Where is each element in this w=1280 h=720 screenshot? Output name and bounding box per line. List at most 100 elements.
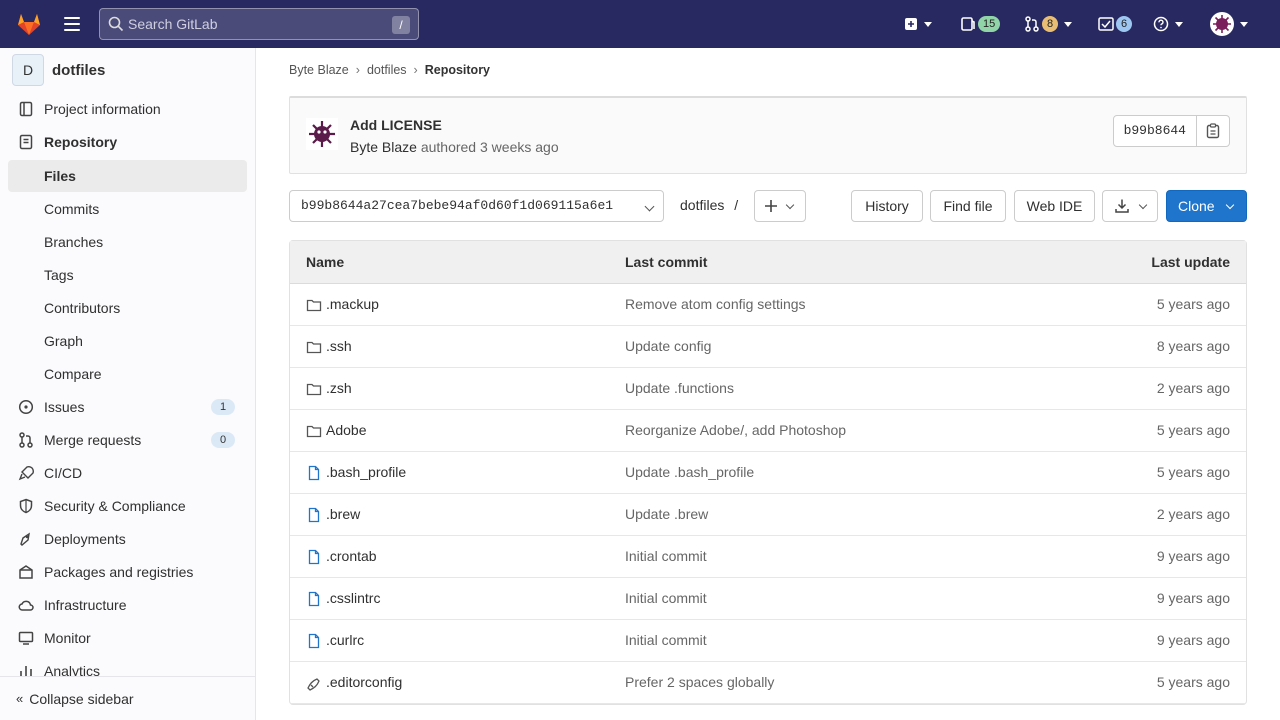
new-item-dropdown[interactable] bbox=[904, 12, 932, 36]
menu-hamburger-icon[interactable] bbox=[62, 14, 82, 34]
table-row[interactable]: .brew Update .brew 2 years ago bbox=[290, 494, 1246, 536]
file-name-link[interactable]: .ssh bbox=[326, 338, 352, 354]
file-name-link[interactable]: Adobe bbox=[326, 422, 366, 438]
table-row[interactable]: .ssh Update config 8 years ago bbox=[290, 326, 1246, 368]
commit-message-link[interactable]: Update .bash_profile bbox=[625, 464, 754, 480]
sidebar-item-issues[interactable]: Issues 1 bbox=[8, 391, 247, 423]
table-row[interactable]: .bash_profile Update .bash_profile 5 years… bbox=[290, 452, 1246, 494]
file-icon bbox=[308, 591, 320, 607]
sidebar-item-branches[interactable]: Branches bbox=[8, 226, 247, 258]
sidebar-item-packages-registries[interactable]: Packages and registries bbox=[8, 556, 247, 588]
sidebar-item-ci-cd[interactable]: CI/CD bbox=[8, 457, 247, 489]
todos-nav[interactable]: 6 bbox=[1098, 12, 1133, 36]
user-menu[interactable] bbox=[1210, 12, 1248, 36]
sidebar-item-label: Files bbox=[44, 168, 76, 184]
history-button[interactable]: History bbox=[851, 190, 923, 222]
add-to-tree-dropdown[interactable] bbox=[754, 190, 806, 222]
sidebar-project-header[interactable]: D dotfiles bbox=[12, 54, 105, 86]
file-name-link[interactable]: .zsh bbox=[326, 380, 352, 396]
chevron-down-icon bbox=[644, 201, 655, 212]
sidebar-item-security-compliance[interactable]: Security & Compliance bbox=[8, 490, 247, 522]
commit-message-link[interactable]: Update .functions bbox=[625, 380, 734, 396]
help-dropdown[interactable] bbox=[1153, 12, 1183, 36]
web-ide-button[interactable]: Web IDE bbox=[1014, 190, 1095, 222]
table-row[interactable]: .editorconfig Prefer 2 spaces globally 5 y… bbox=[290, 662, 1246, 704]
sidebar-item-tags[interactable]: Tags bbox=[8, 259, 247, 291]
commit-message-link[interactable]: Update config bbox=[625, 338, 711, 354]
commit-message-link[interactable]: Reorganize Adobe/, add Photoshop bbox=[625, 422, 846, 438]
table-row[interactable]: .mackup Remove atom config settings 5 year… bbox=[290, 284, 1246, 326]
sidebar-item-label: Merge requests bbox=[44, 432, 142, 448]
chevron-down-icon bbox=[1138, 200, 1148, 210]
collapse-sidebar-button[interactable]: « Collapse sidebar bbox=[0, 676, 255, 720]
sidebar-item-monitor[interactable]: Monitor bbox=[8, 622, 247, 654]
commit-message-link[interactable]: Remove atom config settings bbox=[625, 296, 806, 312]
last-update-time: 5 years ago bbox=[1156, 296, 1230, 312]
sidebar-item-files[interactable]: Files bbox=[8, 160, 247, 192]
editorconfig-icon bbox=[307, 678, 320, 691]
issues-nav[interactable]: 15 bbox=[960, 12, 1001, 36]
download-dropdown[interactable] bbox=[1102, 190, 1158, 222]
merge-requests-nav[interactable]: 8 bbox=[1024, 12, 1073, 36]
search-input[interactable]: Search GitLab / bbox=[99, 8, 419, 40]
ref-selector[interactable]: b99b8644a27cea7bebe94af0d60f1d069115a6e1 bbox=[289, 190, 664, 222]
sidebar-item-label: Infrastructure bbox=[44, 597, 127, 613]
table-row[interactable]: .crontab Initial commit 9 years ago bbox=[290, 536, 1246, 578]
commit-message-link[interactable]: Initial commit bbox=[625, 632, 707, 648]
sidebar-item-label: Tags bbox=[44, 267, 74, 283]
sidebar-item-contributors[interactable]: Contributors bbox=[8, 292, 247, 324]
sidebar-item-repository[interactable]: Repository bbox=[8, 126, 247, 158]
merge-request-icon bbox=[19, 432, 33, 448]
table-row[interactable]: .zsh Update .functions 2 years ago bbox=[290, 368, 1246, 410]
commit-sha[interactable]: b99b8644 bbox=[1114, 116, 1197, 146]
breadcrumb-item[interactable]: Byte Blaze bbox=[289, 63, 349, 77]
chevron-right-icon: › bbox=[413, 63, 418, 77]
folder-icon bbox=[306, 299, 322, 312]
todo-icon bbox=[1098, 17, 1114, 31]
mr-count-badge: 0 bbox=[211, 432, 235, 448]
last-commit-panel: Add LICENSE Byte Blaze authored 3 weeks … bbox=[289, 96, 1247, 174]
copy-sha-button[interactable] bbox=[1197, 116, 1229, 146]
file-name-link[interactable]: .crontab bbox=[326, 548, 377, 564]
chevron-down-icon bbox=[1175, 21, 1183, 27]
table-row[interactable]: .curlrc Initial commit 9 years ago bbox=[290, 620, 1246, 662]
find-file-button[interactable]: Find file bbox=[930, 190, 1006, 222]
sidebar-item-label: Security & Compliance bbox=[44, 498, 186, 514]
repo-path-root[interactable]: dotfiles bbox=[680, 197, 724, 213]
breadcrumb-current[interactable]: Repository bbox=[425, 63, 490, 77]
file-name-link[interactable]: .mackup bbox=[326, 296, 379, 312]
commit-author[interactable]: Byte Blaze bbox=[350, 139, 417, 155]
sidebar-item-compare[interactable]: Compare bbox=[8, 358, 247, 390]
gitlab-logo-icon[interactable] bbox=[16, 11, 42, 37]
file-name-link[interactable]: .bash_profile bbox=[326, 464, 406, 480]
commit-message-link[interactable]: Update .brew bbox=[625, 506, 708, 522]
table-row[interactable]: .csslintrc Initial commit 9 years ago bbox=[290, 578, 1246, 620]
author-avatar[interactable] bbox=[306, 118, 338, 150]
sidebar-item-merge-requests[interactable]: Merge requests 0 bbox=[8, 424, 247, 456]
sidebar-item-project-information[interactable]: Project information bbox=[8, 93, 247, 125]
top-navbar: Search GitLab / 15 8 6 bbox=[0, 0, 1280, 48]
commit-message-link[interactable]: Initial commit bbox=[625, 590, 707, 606]
table-row[interactable]: Adobe Reorganize Adobe/, add Photoshop 5 y… bbox=[290, 410, 1246, 452]
file-name-link[interactable]: .curlrc bbox=[326, 632, 364, 648]
info-icon bbox=[19, 101, 33, 117]
file-name-link[interactable]: .csslintrc bbox=[326, 590, 380, 606]
file-tree-table: Name Last commit Last update .mackup Remo… bbox=[289, 240, 1247, 705]
sidebar-item-deployments[interactable]: Deployments bbox=[8, 523, 247, 555]
download-icon bbox=[1115, 199, 1129, 213]
sidebar-item-infrastructure[interactable]: Infrastructure bbox=[8, 589, 247, 621]
cloud-icon bbox=[18, 600, 34, 611]
sidebar-item-graph[interactable]: Graph bbox=[8, 325, 247, 357]
file-name-link[interactable]: .editorconfig bbox=[326, 674, 402, 690]
commit-message-link[interactable]: Initial commit bbox=[625, 548, 707, 564]
commit-title[interactable]: Add LICENSE bbox=[350, 117, 442, 133]
commit-message-link[interactable]: Prefer 2 spaces globally bbox=[625, 674, 774, 690]
issues-icon bbox=[961, 17, 975, 31]
breadcrumb-item[interactable]: dotfiles bbox=[367, 63, 407, 77]
clone-dropdown[interactable]: Clone bbox=[1166, 190, 1247, 222]
package-icon bbox=[19, 565, 33, 579]
commit-meta: Byte Blaze authored 3 weeks ago bbox=[350, 139, 559, 155]
sidebar-item-commits[interactable]: Commits bbox=[8, 193, 247, 225]
project-name: dotfiles bbox=[52, 61, 106, 79]
file-name-link[interactable]: .brew bbox=[326, 506, 360, 522]
